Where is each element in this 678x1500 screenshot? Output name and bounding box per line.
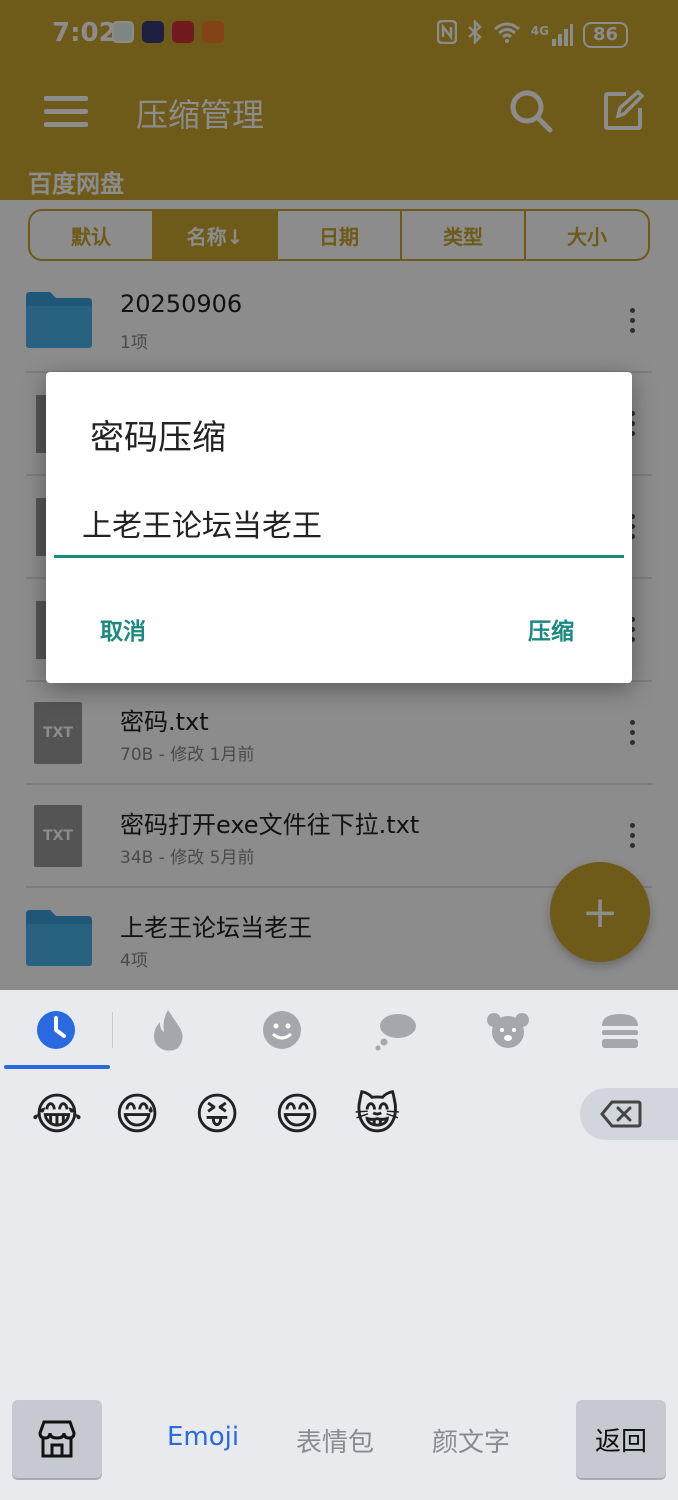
tab-emoji[interactable]: Emoji	[167, 1422, 239, 1452]
dialog-title: 密码压缩	[90, 418, 226, 458]
emoji-keyboard: 😂 😅 😝 😄 😸 Emoji 表情包 颜文字 返回	[0, 990, 678, 1500]
emoji-grid: 😂 😅 😝 😄 😸	[30, 1088, 404, 1142]
category-divider	[112, 1012, 113, 1048]
emoji-key[interactable]: 😝	[190, 1088, 244, 1142]
emoji-key[interactable]: 😂	[30, 1088, 84, 1142]
thought-bubble-icon[interactable]	[374, 1008, 418, 1052]
password-input[interactable]	[54, 490, 624, 558]
recent-icon[interactable]	[34, 1008, 78, 1052]
backspace-icon	[600, 1100, 642, 1128]
emoji-key[interactable]: 😄	[270, 1088, 324, 1142]
category-selected-indicator	[4, 1065, 110, 1069]
backspace-button[interactable]	[580, 1088, 678, 1140]
fire-icon[interactable]	[146, 1008, 190, 1052]
koala-icon[interactable]	[486, 1008, 530, 1052]
back-button[interactable]: 返回	[576, 1400, 666, 1478]
compress-button[interactable]: 压缩	[528, 612, 574, 646]
store-icon	[38, 1420, 76, 1458]
smiley-icon[interactable]	[260, 1008, 304, 1052]
password-compress-dialog: 密码压缩 取消 压缩	[46, 372, 632, 683]
keyboard-bottom-bar: Emoji 表情包 颜文字 返回	[0, 1400, 678, 1480]
tab-stickers[interactable]: 表情包	[296, 1422, 374, 1459]
emoji-category-bar	[0, 990, 678, 1070]
cancel-button[interactable]: 取消	[100, 612, 146, 646]
emoji-key[interactable]: 😅	[110, 1088, 164, 1142]
emoji-key[interactable]: 😸	[350, 1088, 404, 1142]
burger-icon[interactable]	[598, 1008, 642, 1052]
tab-kaomoji[interactable]: 颜文字	[432, 1422, 510, 1459]
emoji-store-button[interactable]	[12, 1400, 102, 1478]
